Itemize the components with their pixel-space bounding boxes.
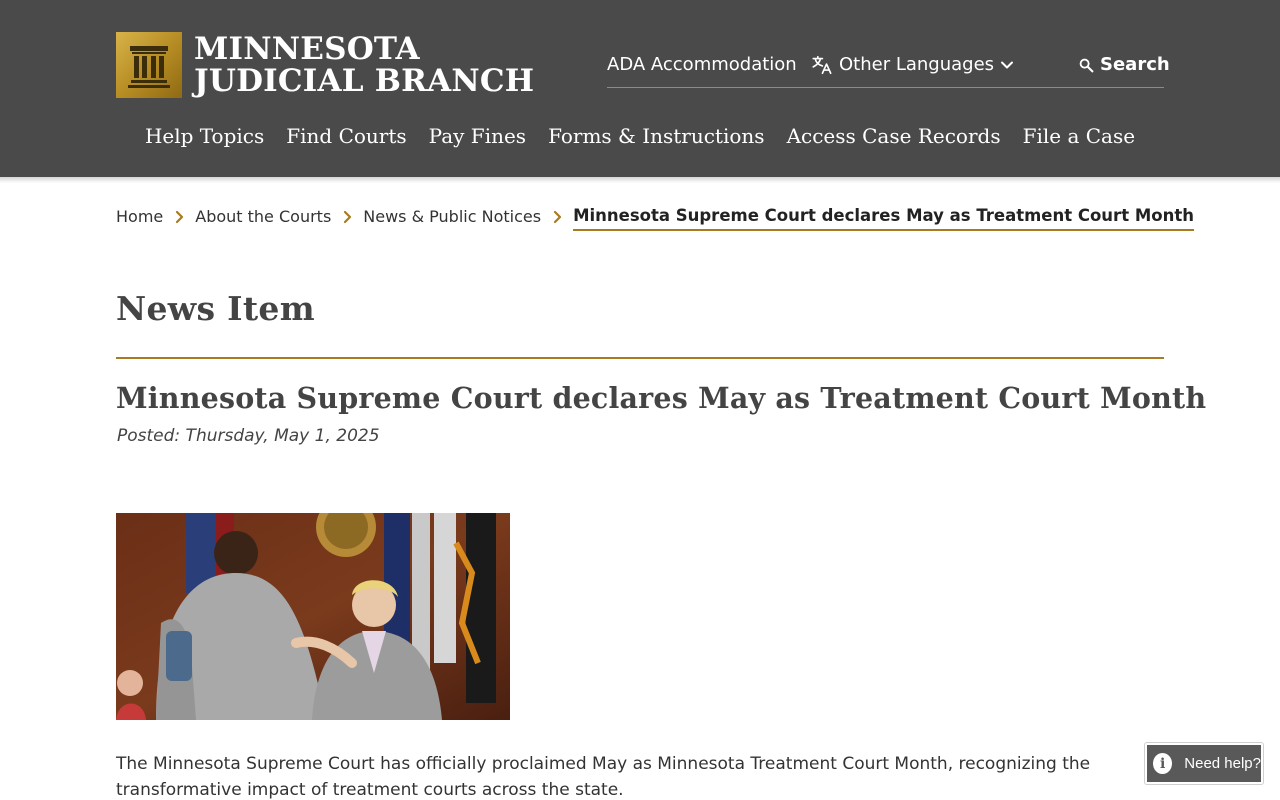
translate-icon xyxy=(812,55,832,75)
breadcrumb-about-courts[interactable]: About the Courts xyxy=(195,205,331,229)
nav-pay-fines[interactable]: Pay Fines xyxy=(429,122,526,150)
utility-nav: ADA Accommodation Other Languages Search xyxy=(607,49,1170,88)
logo-line-1: MINNESOTA xyxy=(194,30,420,67)
need-help-label: Need help? xyxy=(1184,755,1261,772)
header-shadow xyxy=(0,177,1280,183)
breadcrumb-home[interactable]: Home xyxy=(116,205,163,229)
chevron-right-icon xyxy=(176,210,184,224)
search-icon xyxy=(1079,58,1094,72)
need-help-button[interactable]: i Need help? xyxy=(1145,743,1263,784)
article-title: Minnesota Supreme Court declares May as … xyxy=(116,381,1207,415)
article-posted-date: Posted: Thursday, May 1, 2025 xyxy=(117,426,380,446)
search-label: Search xyxy=(1100,54,1170,75)
breadcrumb: Home About the Courts News & Public Noti… xyxy=(116,203,1194,231)
title-divider xyxy=(116,357,1164,359)
info-icon: i xyxy=(1153,753,1173,774)
page-title: News Item xyxy=(116,289,315,328)
article-body-paragraph: The Minnesota Supreme Court has official… xyxy=(116,751,1116,800)
other-languages-menu[interactable]: Other Languages xyxy=(810,53,1014,77)
site-logo[interactable]: MINNESOTA JUDICIAL BRANCH xyxy=(116,32,534,98)
main-nav: Help Topics Find Courts Pay Fines Forms … xyxy=(0,122,1280,150)
other-languages-label: Other Languages xyxy=(839,54,995,75)
article-photo xyxy=(116,513,510,720)
logo-wordmark: MINNESOTA JUDICIAL BRANCH xyxy=(194,30,535,99)
nav-access-case-records[interactable]: Access Case Records xyxy=(787,122,1001,150)
courthouse-pillar-icon xyxy=(116,32,182,98)
nav-forms-instructions[interactable]: Forms & Instructions xyxy=(548,122,764,150)
breadcrumb-current: Minnesota Supreme Court declares May as … xyxy=(573,205,1194,231)
chevron-right-icon xyxy=(344,210,352,224)
nav-help-topics[interactable]: Help Topics xyxy=(145,122,264,150)
nav-file-a-case[interactable]: File a Case xyxy=(1023,122,1135,150)
breadcrumb-news-notices[interactable]: News & Public Notices xyxy=(363,205,541,229)
chevron-down-icon xyxy=(1001,61,1014,69)
search-button[interactable]: Search xyxy=(1079,53,1170,77)
nav-find-courts[interactable]: Find Courts xyxy=(286,122,406,150)
site-header: MINNESOTA JUDICIAL BRANCH ADA Accommodat… xyxy=(0,0,1280,177)
ada-accommodation-link[interactable]: ADA Accommodation xyxy=(607,53,797,77)
article-body-line-2: transformative impact of treatment court… xyxy=(116,780,624,800)
chevron-right-icon xyxy=(553,210,562,224)
article-body-line-1: The Minnesota Supreme Court has official… xyxy=(116,754,1091,774)
logo-line-2: JUDICIAL BRANCH xyxy=(194,62,535,99)
